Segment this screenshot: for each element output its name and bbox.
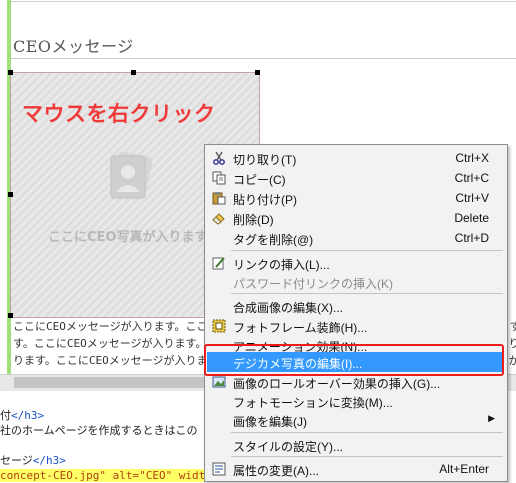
menu-item-label: フォトモーションに変換(M)...	[233, 396, 393, 410]
menu-item-label: 画像を編集(J)	[233, 415, 307, 429]
context-menu: 切り取り(T) Ctrl+X コピー(C) Ctrl+C 貼り付け(P) Ctr…	[204, 144, 508, 482]
code-line: 付</h3>	[0, 409, 44, 423]
resize-handle-top-right[interactable]	[255, 70, 260, 75]
photo-placeholder-icon	[110, 151, 153, 199]
instruction-overlay-text: マウスを右クリック	[22, 102, 216, 126]
paste-icon	[211, 190, 227, 206]
menu-separator	[231, 250, 503, 251]
menu-item-style-settings[interactable]: スタイルの設定(Y)...	[205, 435, 507, 455]
code-text: セージ	[0, 454, 33, 467]
menu-item-label: 属性の変更(A)...	[233, 464, 319, 478]
menu-item-label: スタイルの設定(Y)...	[233, 440, 343, 454]
menu-item-shortcut: Alt+Enter	[439, 462, 489, 476]
menu-item-label: 削除(D)	[233, 213, 274, 227]
menu-item-label: フォトフレーム装飾(H)...	[233, 321, 368, 335]
code-line: セージ</h3>	[0, 454, 66, 468]
properties-icon	[211, 461, 227, 477]
photo-frame-icon	[211, 318, 227, 334]
menu-item-shortcut: Ctrl+D	[454, 231, 489, 245]
menu-item-edit-composite-image[interactable]: 合成画像の編集(X)...	[205, 296, 507, 316]
menu-item-insert-link[interactable]: リンクの挿入(L)...	[205, 253, 507, 273]
page-heading[interactable]: CEOメッセージ	[13, 33, 134, 57]
menu-item-convert-photomotion[interactable]: フォトモーションに変換(M)...	[205, 391, 507, 411]
highlight-annotation-frame	[204, 344, 504, 376]
eraser-icon	[211, 210, 227, 226]
divider	[11, 1, 516, 2]
code-tag: </h3>	[11, 409, 45, 422]
resize-handle-top-left[interactable]	[8, 70, 13, 75]
menu-item-label: パスワード付リンクの挿入(K)	[233, 277, 393, 291]
scrollbar-thumb[interactable]	[14, 377, 204, 388]
menu-item-label: 貼り付け(P)	[233, 193, 297, 207]
menu-item-edit-image[interactable]: 画像を編集(J) ▶	[205, 410, 507, 430]
submenu-arrow-icon: ▶	[488, 413, 495, 423]
menu-item-change-attributes[interactable]: 属性の変更(A)... Alt+Enter	[205, 459, 507, 479]
menu-item-label: リンクの挿入(L)...	[233, 258, 330, 272]
menu-item-paste[interactable]: 貼り付け(P) Ctrl+V	[205, 188, 507, 208]
menu-item-label: タグを削除(@)	[233, 233, 314, 247]
menu-item-label: コピー(C)	[233, 173, 286, 187]
resize-handle-top[interactable]	[131, 70, 136, 75]
image-rollover-icon	[211, 374, 227, 390]
menu-item-shortcut: Ctrl+V	[455, 191, 489, 205]
scissors-icon	[211, 150, 227, 166]
copy-icon	[211, 170, 227, 186]
menu-separator	[231, 432, 503, 433]
menu-item-insert-password-link[interactable]: パスワード付リンクの挿入(K)	[205, 272, 507, 292]
pencil-link-icon	[211, 255, 227, 271]
menu-item-shortcut: Ctrl+X	[455, 151, 489, 165]
menu-item-label: 切り取り(T)	[233, 153, 297, 167]
menu-item-delete-tag[interactable]: タグを削除(@) Ctrl+D	[205, 228, 507, 248]
menu-item-delete[interactable]: 削除(D) Delete	[205, 208, 507, 228]
menu-separator	[231, 456, 503, 457]
menu-item-photo-frame[interactable]: フォトフレーム装飾(H)...	[205, 316, 507, 336]
heading-underline	[11, 58, 516, 59]
code-text: 社のホームページを作成するときはこの	[0, 424, 198, 437]
menu-item-label: 合成画像の編集(X)...	[233, 301, 343, 315]
photo-placeholder-caption: ここにCEO写真が入ります	[48, 230, 208, 245]
menu-separator	[231, 293, 503, 294]
resize-handle-left[interactable]	[8, 192, 13, 197]
code-tag: </h3>	[32, 454, 66, 467]
menu-item-label: 画像のロールオーバー効果の挿入(G)...	[233, 377, 441, 391]
menu-item-shortcut: Ctrl+C	[454, 171, 489, 185]
menu-item-shortcut: Delete	[454, 211, 489, 225]
code-line: 社のホームページを作成するときはこの	[0, 424, 197, 438]
menu-item-cut[interactable]: 切り取り(T) Ctrl+X	[205, 148, 507, 168]
code-text: 付	[0, 409, 11, 422]
menu-item-copy[interactable]: コピー(C) Ctrl+C	[205, 168, 507, 188]
